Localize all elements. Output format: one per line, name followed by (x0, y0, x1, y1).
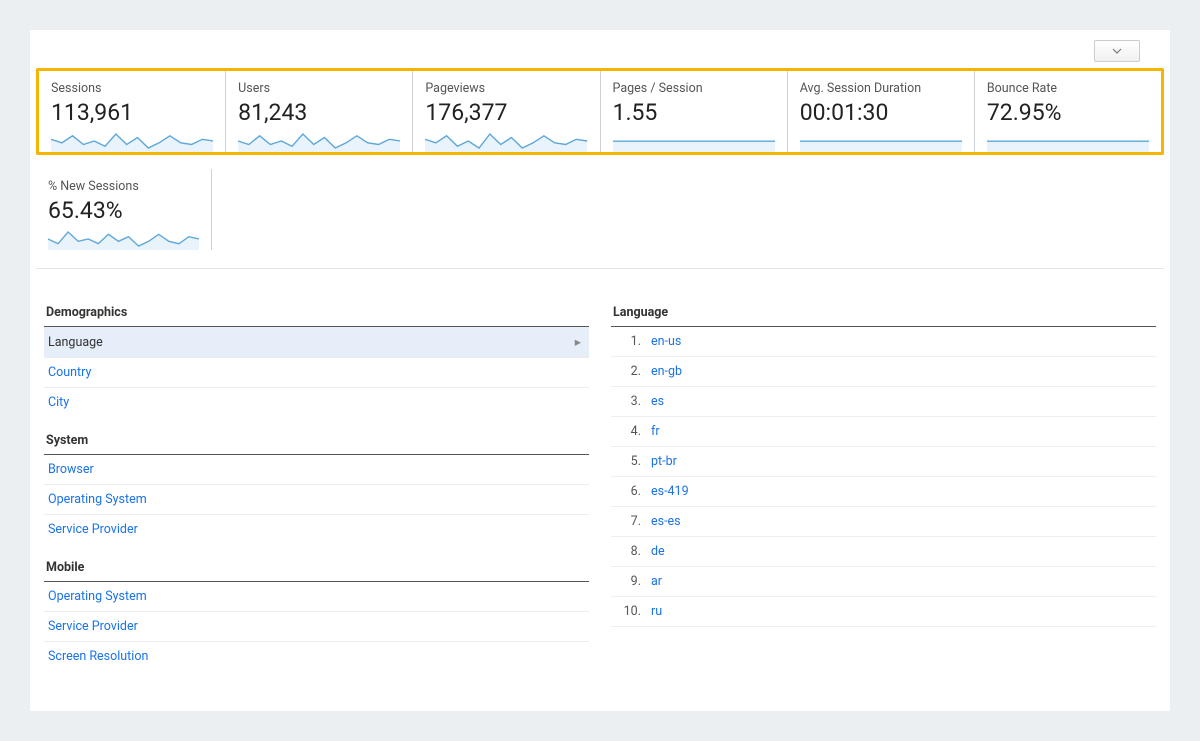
metric-value: 176,377 (425, 99, 587, 126)
language-link[interactable]: fr (651, 424, 660, 439)
metric-label: Avg. Session Duration (800, 81, 962, 96)
dimension-nav-operating-system[interactable]: Operating System▸ (44, 485, 589, 515)
dimension-nav-label: Country (48, 365, 91, 380)
language-row-index: 10. (615, 604, 641, 619)
metric-label: Pages / Session (613, 81, 775, 96)
language-link[interactable]: ar (651, 574, 662, 589)
dimension-nav-city[interactable]: City▸ (44, 388, 589, 417)
language-row-index: 5. (615, 454, 641, 469)
language-link[interactable]: en-us (651, 334, 681, 349)
metric-value: 81,243 (238, 99, 400, 126)
metric-value: 65.43% (48, 197, 199, 224)
spark-sessions (51, 128, 213, 152)
language-row: 4. fr (611, 417, 1156, 447)
dimension-area: Demographics Language ▸ Country▸City▸ Syst… (30, 269, 1170, 671)
export-dropdown-button[interactable] (1094, 40, 1140, 62)
language-row-index: 6. (615, 484, 641, 499)
spark-bounce-rate (987, 128, 1149, 152)
dimension-nav-label: Service Provider (48, 619, 138, 634)
dimension-nav-operating-system[interactable]: Operating System▸ (44, 582, 589, 612)
language-row: 9. ar (611, 567, 1156, 597)
language-link[interactable]: ru (651, 604, 662, 619)
dimension-nav-browser[interactable]: Browser▸ (44, 455, 589, 485)
metric-label: Sessions (51, 81, 213, 96)
spark-new-sessions (48, 226, 199, 250)
metrics-second-row: % New Sessions 65.43% (36, 169, 1164, 269)
spark-pages-per-session (613, 128, 775, 152)
metric-new-sessions[interactable]: % New Sessions 65.43% (36, 169, 212, 250)
metric-value: 00:01:30 (800, 99, 962, 126)
metric-label: Pageviews (425, 81, 587, 96)
dimension-nav-label: Browser (48, 462, 94, 477)
language-row: 10. ru (611, 597, 1156, 627)
metric-avg-session-duration[interactable]: Avg. Session Duration 00:01:30 (788, 71, 975, 152)
dimension-nav-label: Operating System (48, 589, 147, 604)
language-row: 7. es-es (611, 507, 1156, 537)
dimension-nav-label: Language (48, 335, 103, 350)
language-row-index: 9. (615, 574, 641, 589)
dimension-nav-screen-resolution[interactable]: Screen Resolution▸ (44, 642, 589, 671)
language-row-index: 3. (615, 394, 641, 409)
language-row: 6. es-419 (611, 477, 1156, 507)
section-header-mobile: Mobile (44, 554, 589, 582)
metric-value: 113,961 (51, 99, 213, 126)
language-row-index: 2. (615, 364, 641, 379)
metric-label: Bounce Rate (987, 81, 1149, 96)
dimension-table: Language 1. en-us 2. en-gb 3. es 4. fr 5. pt-br 6.… (611, 299, 1156, 671)
language-link[interactable]: de (651, 544, 665, 559)
triangle-right-icon: ▸ (575, 334, 581, 350)
metrics-highlight-row: Sessions 113,961 Users 81,243 Pageviews … (36, 68, 1164, 155)
dimension-nav-label: City (48, 395, 69, 410)
dimension-nav-service-provider[interactable]: Service Provider▸ (44, 612, 589, 642)
language-row-index: 4. (615, 424, 641, 439)
dimension-nav: Demographics Language ▸ Country▸City▸ Syst… (44, 299, 589, 671)
language-row-index: 1. (615, 334, 641, 349)
metric-value: 72.95% (987, 99, 1149, 126)
language-link[interactable]: en-gb (651, 364, 682, 379)
language-row: 1. en-us (611, 327, 1156, 357)
metric-pages-per-session[interactable]: Pages / Session 1.55 (601, 71, 788, 152)
metric-label: Users (238, 81, 400, 96)
metric-bounce-rate[interactable]: Bounce Rate 72.95% (975, 71, 1161, 152)
dimension-nav-service-provider[interactable]: Service Provider▸ (44, 515, 589, 544)
metric-sessions[interactable]: Sessions 113,961 (39, 71, 226, 152)
section-header-system: System (44, 427, 589, 455)
spark-users (238, 128, 400, 152)
metric-value: 1.55 (613, 99, 775, 126)
dimension-nav-country[interactable]: Country▸ (44, 358, 589, 388)
language-row: 5. pt-br (611, 447, 1156, 477)
dimension-nav-label: Service Provider (48, 522, 138, 537)
language-row: 8. de (611, 537, 1156, 567)
table-header-language: Language (611, 299, 1156, 327)
language-row-index: 8. (615, 544, 641, 559)
spark-avg-duration (800, 128, 962, 152)
metric-label: % New Sessions (48, 179, 199, 194)
spark-pageviews (425, 128, 587, 152)
language-row: 3. es (611, 387, 1156, 417)
dimension-nav-label: Operating System (48, 492, 147, 507)
chevron-down-icon (1112, 46, 1122, 56)
analytics-overview-card: Sessions 113,961 Users 81,243 Pageviews … (30, 30, 1170, 711)
language-link[interactable]: es (651, 394, 664, 409)
language-link[interactable]: es-es (651, 514, 681, 529)
language-link[interactable]: pt-br (651, 454, 677, 469)
language-row-index: 7. (615, 514, 641, 529)
language-link[interactable]: es-419 (651, 484, 689, 499)
dimension-nav-label: Screen Resolution (48, 649, 148, 664)
dimension-nav-language[interactable]: Language ▸ (44, 327, 589, 358)
language-row: 2. en-gb (611, 357, 1156, 387)
metric-pageviews[interactable]: Pageviews 176,377 (413, 71, 600, 152)
top-toolbar (30, 40, 1170, 68)
section-header-demographics: Demographics (44, 299, 589, 327)
metric-users[interactable]: Users 81,243 (226, 71, 413, 152)
